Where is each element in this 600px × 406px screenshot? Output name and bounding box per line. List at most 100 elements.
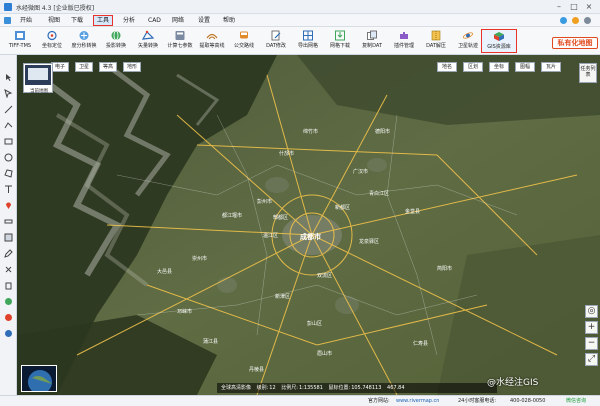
draw-polygon-icon[interactable] <box>4 169 13 178</box>
svg-text:彭州市: 彭州市 <box>257 198 272 205</box>
map-view[interactable]: 成都市 德阳市 绵竹市 什邡市 彭州市 都江堰市 崇州市 温江区 双流区 新津区… <box>17 55 600 395</box>
tool-grid-export[interactable]: 导出网格 <box>290 29 326 53</box>
overlay-place-names[interactable]: 地名 <box>437 62 457 72</box>
menu-settings[interactable]: 设置 <box>198 16 210 25</box>
seven-params-icon <box>175 31 185 40</box>
map-tab-satellite[interactable]: 卫星 <box>75 62 93 72</box>
status-coords-label: 鼠标位置: <box>328 385 351 391</box>
svg-text:金堂县: 金堂县 <box>405 208 420 215</box>
footer-site-link[interactable]: www.rivermap.cn <box>396 396 439 406</box>
overlay-sheets[interactable]: 图幅 <box>515 62 535 72</box>
menu-bar: 开始 视图 下载 工具 分析 CAD 网络 设置 帮助 <box>0 14 600 27</box>
vector-convert-icon <box>142 30 154 40</box>
fullscreen-button[interactable]: ⤢ <box>585 353 598 366</box>
minimize-button[interactable]: – <box>552 1 566 13</box>
svg-text:仁寿县: 仁寿县 <box>413 340 428 347</box>
overlay-coordinates[interactable]: 坐标 <box>489 62 509 72</box>
task-list-button[interactable]: 任务列表 <box>579 63 597 83</box>
gis-library-icon <box>494 32 504 41</box>
footer-hotline-label: 24小时客服电话: <box>458 398 497 404</box>
globe-icon <box>28 370 52 391</box>
status-level: 12 <box>269 385 276 391</box>
home-menu-icon[interactable] <box>4 17 11 24</box>
tool-projection[interactable]: 投影转换 <box>98 29 134 53</box>
tiff-tms-icon <box>15 31 25 40</box>
tool-dat-edit[interactable]: DAT修改 <box>258 29 294 53</box>
status-scale-label: 比例尺: <box>281 385 298 391</box>
svg-text:青白江区: 青白江区 <box>369 190 389 197</box>
tool-vector-convert[interactable]: 矢量转换 <box>130 29 166 53</box>
edit-icon[interactable] <box>4 249 13 258</box>
svg-text:新津区: 新津区 <box>275 293 290 300</box>
dat-unzip-icon <box>431 30 441 41</box>
satellite-map[interactable]: 成都市 德阳市 绵竹市 什邡市 彭州市 都江堰市 崇州市 温江区 双流区 新津区… <box>17 55 600 395</box>
settings-icon[interactable] <box>584 17 591 24</box>
globe-overview[interactable] <box>21 365 57 392</box>
svg-text:郫都区: 郫都区 <box>273 214 288 221</box>
map-tab-electronic[interactable]: 电子 <box>51 62 69 72</box>
status-level-label: 级别: <box>256 385 269 391</box>
svg-text:广汉市: 广汉市 <box>353 168 368 175</box>
tool-contour[interactable]: 提取等高线 <box>194 29 230 53</box>
menu-analysis[interactable]: 分析 <box>123 16 135 25</box>
delete-icon[interactable] <box>4 265 13 274</box>
menu-view[interactable]: 视图 <box>48 16 60 25</box>
pan-icon[interactable] <box>4 73 13 82</box>
area-icon[interactable] <box>4 233 13 242</box>
menu-network[interactable]: 网络 <box>172 16 184 25</box>
notification-icon[interactable] <box>572 17 579 24</box>
draw-rect-icon[interactable] <box>4 137 13 146</box>
compass-button[interactable]: ◎ <box>585 305 598 318</box>
tool-gis-library[interactable]: GIS资源库 <box>481 29 517 53</box>
layer-green-icon[interactable] <box>4 297 13 306</box>
marker-icon[interactable] <box>4 201 13 210</box>
maximize-button[interactable]: □ <box>567 1 581 13</box>
tool-bus-route[interactable]: 公交路线 <box>226 29 262 53</box>
text-icon[interactable] <box>4 185 13 194</box>
tool-dms-convert[interactable]: 度分秒转换 <box>66 29 102 53</box>
tool-coordinate-locate[interactable]: 坐标定位 <box>34 29 70 53</box>
tool-copy-dat[interactable]: 复制DAT <box>354 29 390 53</box>
locate-icon <box>47 30 57 41</box>
status-scale: 1:135581 <box>298 385 323 391</box>
map-tab-terrain[interactable]: 地形 <box>123 62 141 72</box>
status-coords: 105.748113 <box>351 385 382 391</box>
copy-dat-icon <box>367 30 377 40</box>
layer-blue-icon[interactable] <box>4 329 13 338</box>
user-icon[interactable] <box>560 17 567 24</box>
draw-circle-icon[interactable] <box>4 153 13 162</box>
overlay-districts[interactable]: 区划 <box>463 62 483 72</box>
clear-icon[interactable] <box>4 281 13 290</box>
menu-help[interactable]: 帮助 <box>223 16 235 25</box>
tool-seven-params[interactable]: 计算七参数 <box>162 29 198 53</box>
tool-plugin-manager[interactable]: 插件管理 <box>386 29 422 53</box>
svg-text:崇州市: 崇州市 <box>192 255 207 262</box>
footer-bar: 官方网站: www.rivermap.cn 24小时客服电话: 400-028-… <box>0 395 600 406</box>
tool-grid-download[interactable]: 网格下载 <box>322 29 358 53</box>
window-title: 水经微图 4.3 [企业版已授权] <box>16 5 95 12</box>
measure-icon[interactable] <box>4 217 13 226</box>
svg-text:成都市: 成都市 <box>300 232 321 241</box>
tool-dat-unzip[interactable]: DAT解压 <box>418 29 454 53</box>
svg-text:简阳市: 简阳市 <box>437 265 452 272</box>
close-button[interactable]: × <box>582 1 596 13</box>
zoom-out-button[interactable]: − <box>585 337 598 350</box>
svg-text:邛崃市: 邛崃市 <box>177 308 192 315</box>
footer-wechat[interactable]: 微信咨询 <box>566 396 586 406</box>
menu-start[interactable]: 开始 <box>20 16 32 25</box>
zoom-in-button[interactable]: + <box>585 321 598 334</box>
menu-tools[interactable]: 工具 <box>93 15 114 26</box>
svg-text:眉山市: 眉山市 <box>317 350 332 357</box>
draw-polyline-icon[interactable] <box>4 121 13 130</box>
select-icon[interactable] <box>4 89 13 98</box>
map-tab-contour[interactable]: 等高 <box>99 62 117 72</box>
private-map-brand[interactable]: 私有化地图 <box>552 37 598 49</box>
grid-download-icon <box>335 30 345 41</box>
menu-cad[interactable]: CAD <box>148 16 161 25</box>
draw-line-icon[interactable] <box>4 105 13 114</box>
overlay-tiles[interactable]: 瓦片 <box>541 62 561 72</box>
tool-tiff-tms[interactable]: TIFF-TMS <box>2 29 38 53</box>
layer-red-icon[interactable] <box>4 313 13 322</box>
menu-download[interactable]: 下载 <box>71 16 83 25</box>
current-map-thumbnail[interactable]: 当前地图 <box>23 63 53 94</box>
